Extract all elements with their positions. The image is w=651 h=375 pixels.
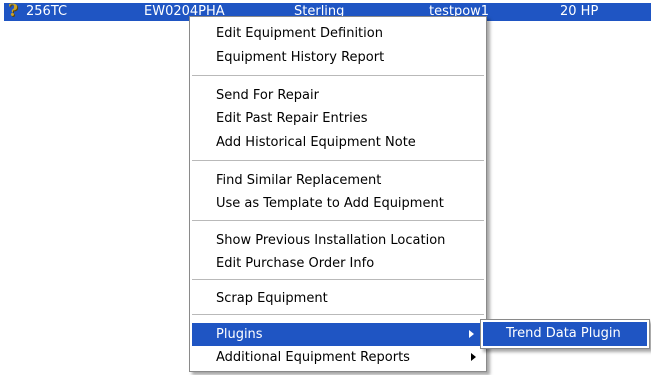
menu-item-find-similar-replacement[interactable]: Find Similar Replacement bbox=[190, 169, 486, 192]
submenu-item-trend-data-plugin[interactable]: Trend Data Plugin bbox=[483, 322, 647, 346]
submenu-item-label: Trend Data Plugin bbox=[506, 326, 621, 341]
menu-item-edit-purchase-order-info[interactable]: Edit Purchase Order Info bbox=[190, 252, 486, 275]
plugins-submenu: Trend Data Plugin bbox=[480, 319, 650, 349]
menu-item-add-historical-equipment-note[interactable]: Add Historical Equipment Note bbox=[190, 131, 486, 154]
submenu-arrow-icon bbox=[469, 330, 474, 338]
cell-horsepower: 20 HP bbox=[560, 4, 599, 19]
menu-item-label: Edit Past Repair Entries bbox=[216, 111, 368, 126]
menu-item-label: Edit Equipment Definition bbox=[216, 26, 383, 41]
menu-item-label: Plugins bbox=[216, 327, 263, 342]
menu-item-scrap-equipment[interactable]: Scrap Equipment bbox=[190, 287, 486, 310]
menu-item-label: Send For Repair bbox=[216, 88, 319, 103]
menu-separator bbox=[192, 160, 484, 161]
menu-item-edit-equipment-definition[interactable]: Edit Equipment Definition bbox=[190, 22, 486, 45]
menu-separator bbox=[192, 279, 484, 280]
menu-item-show-previous-installation-location[interactable]: Show Previous Installation Location bbox=[190, 229, 486, 252]
menu-item-use-as-template[interactable]: Use as Template to Add Equipment bbox=[190, 192, 486, 215]
menu-item-plugins[interactable]: Plugins bbox=[192, 323, 484, 346]
menu-item-label: Equipment History Report bbox=[216, 50, 385, 65]
context-menu: Edit Equipment Definition Equipment Hist… bbox=[189, 16, 487, 372]
cell-frame: 256TC bbox=[26, 4, 68, 19]
submenu-arrow-icon bbox=[471, 353, 476, 361]
menu-item-label: Scrap Equipment bbox=[216, 291, 328, 306]
menu-item-send-for-repair[interactable]: Send For Repair bbox=[190, 84, 486, 107]
menu-separator bbox=[192, 220, 484, 221]
menu-item-label: Find Similar Replacement bbox=[216, 173, 382, 188]
menu-item-edit-past-repair-entries[interactable]: Edit Past Repair Entries bbox=[190, 107, 486, 130]
menu-separator bbox=[192, 75, 484, 76]
question-mark-icon: ? bbox=[8, 1, 18, 21]
menu-item-label: Edit Purchase Order Info bbox=[216, 256, 375, 271]
menu-item-label: Additional Equipment Reports bbox=[216, 350, 410, 365]
menu-item-equipment-history-report[interactable]: Equipment History Report bbox=[190, 46, 486, 69]
menu-item-label: Use as Template to Add Equipment bbox=[216, 196, 444, 211]
menu-item-label: Add Historical Equipment Note bbox=[216, 135, 416, 150]
menu-item-label: Show Previous Installation Location bbox=[216, 233, 446, 248]
menu-item-additional-equipment-reports[interactable]: Additional Equipment Reports bbox=[190, 346, 486, 369]
menu-separator bbox=[192, 314, 484, 315]
